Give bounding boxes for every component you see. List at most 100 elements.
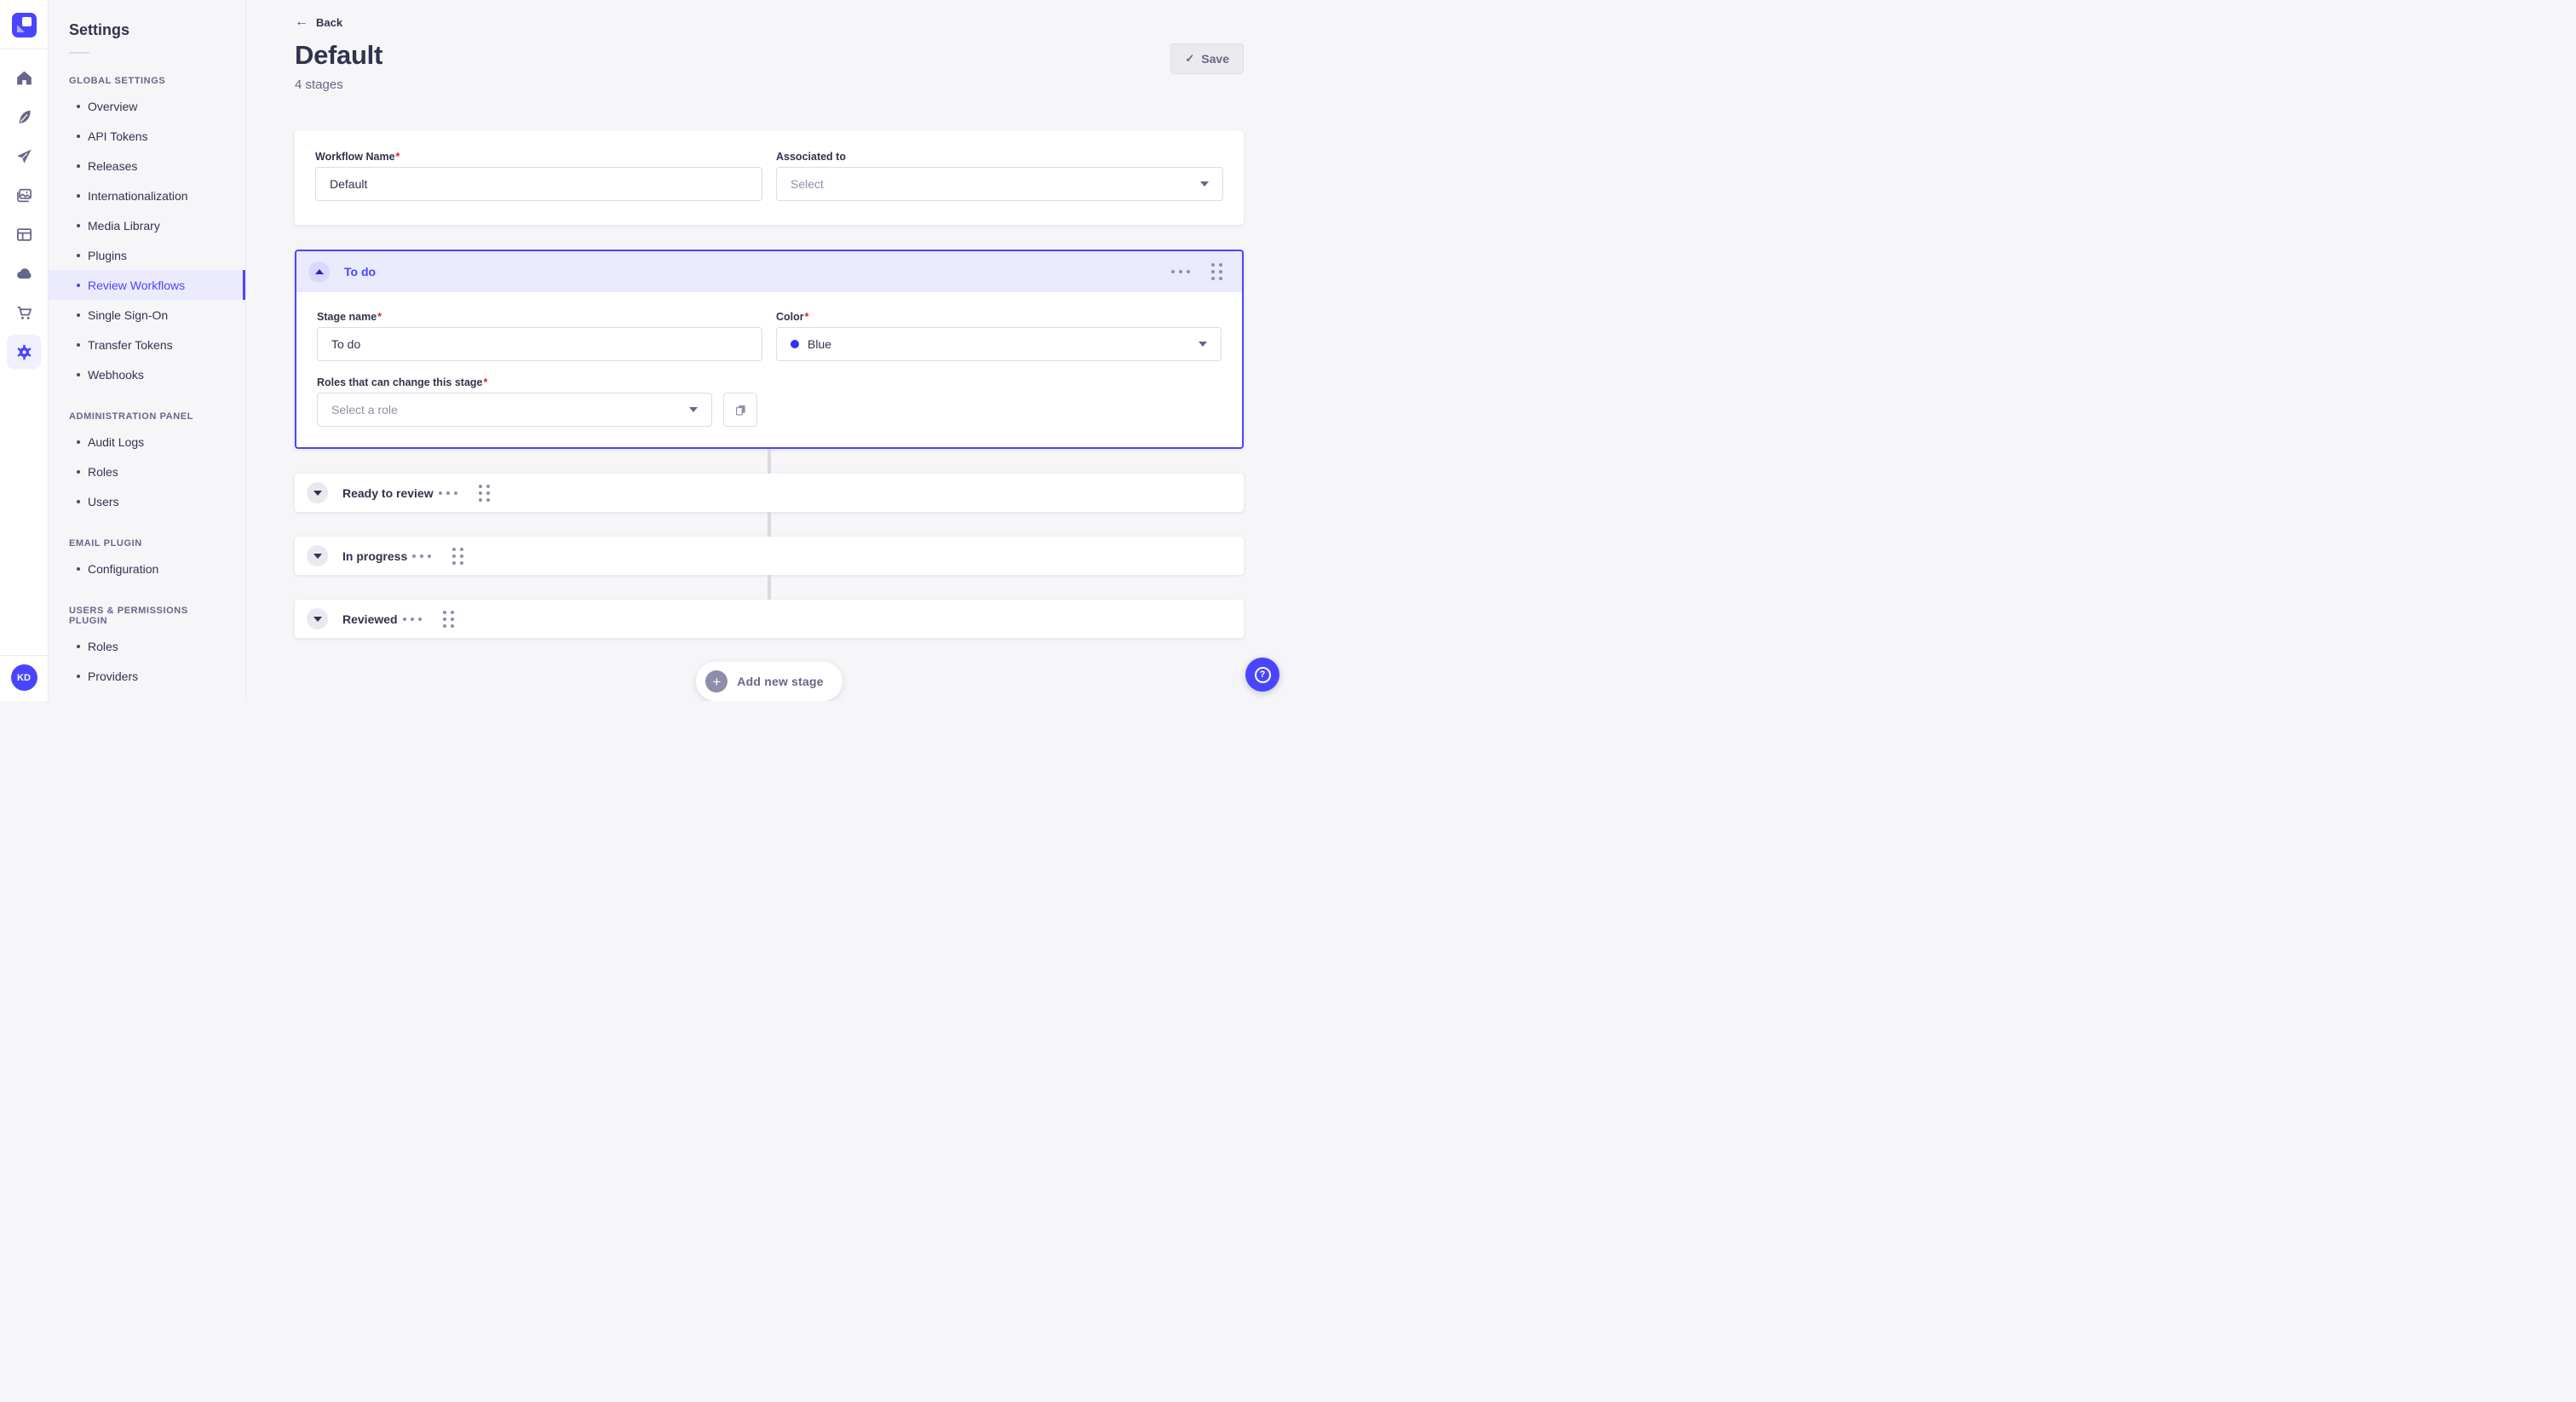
- bullet: [77, 253, 80, 257]
- save-button[interactable]: ✓ Save: [1170, 43, 1244, 74]
- sidebar-item-up-roles[interactable]: Roles: [49, 631, 245, 661]
- dot: [1179, 270, 1182, 273]
- drag-handle-icon[interactable]: [1207, 259, 1227, 284]
- media-icon[interactable]: [7, 178, 41, 212]
- dot: [460, 560, 464, 565]
- expand-stage-button[interactable]: [307, 545, 328, 566]
- dot: [410, 617, 414, 621]
- stage-name-field: Stage name*: [317, 311, 762, 361]
- page-header-text: Default 4 stages: [295, 40, 382, 92]
- workflow-form-card: Workflow Name* Associated to Select: [295, 130, 1244, 225]
- add-stage-wrap: + Add new stage: [295, 662, 1244, 701]
- drag-handle-icon[interactable]: [474, 480, 494, 506]
- bullet: [77, 566, 80, 571]
- sidebar-item-overview[interactable]: Overview: [49, 91, 245, 121]
- settings-icon[interactable]: [7, 335, 41, 369]
- stage-color-select[interactable]: Blue: [776, 327, 1222, 361]
- connector-line: [768, 449, 771, 474]
- dot: [1211, 270, 1215, 273]
- section-administration-panel: ADMINISTRATION PANEL: [69, 411, 194, 422]
- dot: [442, 623, 446, 628]
- sidebar-item-api-tokens[interactable]: API Tokens: [49, 121, 245, 151]
- stage-name-input[interactable]: [317, 327, 762, 361]
- drag-handle-icon[interactable]: [439, 606, 458, 632]
- help-button[interactable]: ?: [1245, 658, 1279, 692]
- chevron-down-icon: [313, 490, 322, 496]
- sidebar-item-releases[interactable]: Releases: [49, 151, 245, 181]
- avatar[interactable]: KD: [10, 664, 37, 691]
- strapi-logo[interactable]: [11, 13, 37, 37]
- sidebar-item-admin-roles[interactable]: Roles: [49, 457, 245, 486]
- sidebar-item-label: Media Library: [88, 218, 160, 233]
- bullet: [77, 283, 80, 287]
- stage-color-field: Color* Blue: [776, 311, 1222, 361]
- settings-subnav: Settings GLOBAL SETTINGS Overview API To…: [49, 0, 246, 701]
- bullet: [77, 440, 80, 444]
- stage-connector: [295, 575, 1244, 600]
- sidebar-item-internationalization[interactable]: Internationalization: [49, 181, 245, 210]
- sidebar-item-label: Audit Logs: [88, 434, 145, 449]
- back-link[interactable]: ← Back: [295, 15, 342, 29]
- options-menu-icon[interactable]: [398, 612, 427, 626]
- sidebar-item-label: Plugins: [88, 248, 127, 262]
- expand-stage-button[interactable]: [307, 482, 328, 503]
- feather-icon[interactable]: [7, 100, 41, 134]
- stage-title: Reviewed: [342, 612, 398, 626]
- options-menu-icon[interactable]: [407, 549, 436, 563]
- workflow-name-label: Workflow Name*: [315, 151, 400, 163]
- sidebar-item-audit-logs[interactable]: Audit Logs: [49, 427, 245, 457]
- associated-to-field: Associated to Select: [776, 151, 1223, 201]
- dot: [486, 491, 490, 495]
- stage-roles-select[interactable]: Select a role: [317, 393, 712, 427]
- page-title: Default: [295, 40, 382, 70]
- dot: [442, 617, 446, 621]
- bullet: [77, 674, 80, 678]
- expand-stage-button[interactable]: [307, 608, 328, 629]
- dot: [1211, 277, 1215, 280]
- dot: [478, 484, 482, 488]
- collapse-stage-button[interactable]: [308, 261, 330, 283]
- check-icon: ✓: [1185, 52, 1195, 65]
- stage-card-ready-to-review: Ready to review: [295, 474, 1244, 512]
- add-new-stage-button[interactable]: + Add new stage: [696, 662, 842, 701]
- layout-icon[interactable]: [7, 217, 41, 251]
- duplicate-roles-button[interactable]: [723, 393, 757, 427]
- section-global-settings: GLOBAL SETTINGS: [69, 76, 166, 86]
- cloud-icon[interactable]: [7, 256, 41, 290]
- stage-roles-label: Roles that can change this stage*: [317, 376, 488, 388]
- home-icon[interactable]: [7, 60, 41, 95]
- bullet: [77, 164, 80, 168]
- sidebar-item-media-library[interactable]: Media Library: [49, 210, 245, 240]
- connector-line: [768, 575, 771, 600]
- logo-triangle: [16, 25, 25, 32]
- cart-icon[interactable]: [7, 296, 41, 330]
- sidebar-item-email-configuration[interactable]: Configuration: [49, 554, 245, 583]
- dot: [450, 623, 454, 628]
- section-users-permissions-plugin: USERS & PERMISSIONS PLUGIN: [69, 606, 188, 626]
- back-arrow-icon: ←: [295, 14, 308, 29]
- sidebar-item-up-providers[interactable]: Providers: [49, 661, 245, 691]
- sidebar-item-transfer-tokens[interactable]: Transfer Tokens: [49, 330, 245, 359]
- gap: [295, 225, 1244, 250]
- options-menu-icon[interactable]: [434, 486, 463, 500]
- icon-rail: KD: [0, 0, 49, 701]
- dot: [452, 547, 457, 551]
- drag-handle-icon[interactable]: [448, 543, 468, 569]
- sidebar-item-webhooks[interactable]: Webhooks: [49, 359, 245, 389]
- dot: [1211, 263, 1215, 267]
- associated-to-select[interactable]: Select: [776, 167, 1223, 201]
- main-content: ← Back Default 4 stages ✓ Save Workflow …: [246, 0, 1288, 701]
- sidebar-item-label: Users: [88, 494, 119, 509]
- sidebar-item-plugins[interactable]: Plugins: [49, 240, 245, 270]
- bullet: [77, 134, 80, 138]
- required-asterisk: *: [804, 311, 809, 323]
- sidebar-item-admin-users[interactable]: Users: [49, 486, 245, 516]
- dot: [438, 491, 442, 495]
- sidebar-item-label: Configuration: [88, 561, 159, 576]
- workflow-name-input[interactable]: [315, 167, 762, 201]
- sidebar-item-single-sign-on[interactable]: Single Sign-On: [49, 300, 245, 330]
- options-menu-icon[interactable]: [1166, 265, 1195, 279]
- dot: [1171, 270, 1175, 273]
- sidebar-item-review-workflows[interactable]: Review Workflows: [49, 270, 245, 300]
- send-icon[interactable]: [7, 139, 41, 173]
